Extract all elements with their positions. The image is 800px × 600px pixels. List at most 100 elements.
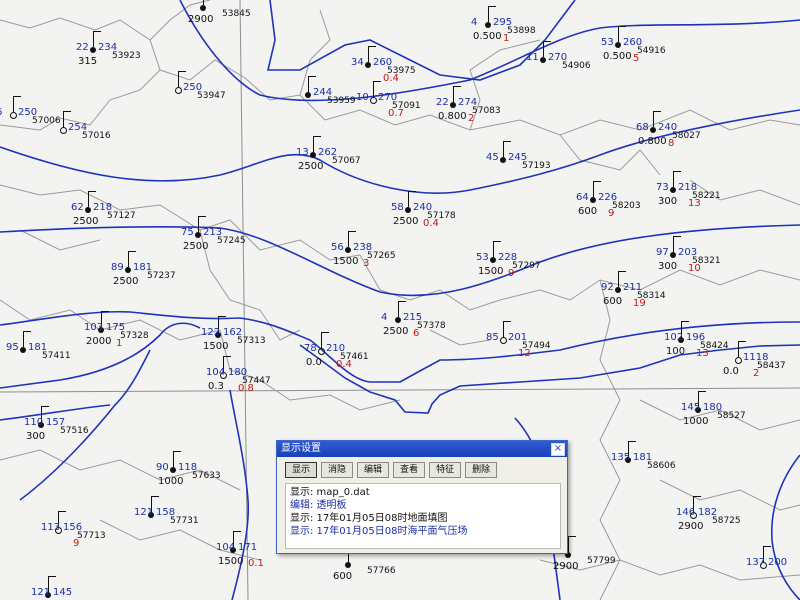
station-pressure: 171 <box>238 542 258 553</box>
wind-staff-icon <box>308 76 309 92</box>
hide-button[interactable]: 消隐 <box>321 462 354 478</box>
wind-staff-icon <box>321 332 322 348</box>
wind-barb-icon <box>321 332 329 333</box>
wind-staff-icon <box>13 96 14 112</box>
station-id: 57245 <box>217 236 246 246</box>
wind-barb-icon <box>308 76 316 77</box>
station-visibility: 0.0 <box>723 366 739 377</box>
wind-staff-icon <box>128 251 129 267</box>
station-precipitation: 1 <box>116 338 123 349</box>
station-circle-icon <box>500 157 506 163</box>
station-visibility: 0.500 <box>603 51 632 62</box>
station-precipitation: 19 <box>633 298 646 309</box>
wind-staff-icon <box>348 231 349 247</box>
station-temperature: 10 <box>356 92 369 103</box>
station-temperature: 122 <box>201 327 221 338</box>
station-temperature: 137 <box>746 557 766 568</box>
wind-barb-icon <box>63 111 71 112</box>
station-visibility: 0.500 <box>473 31 502 42</box>
station-circle-icon <box>125 267 131 273</box>
station-visibility: 0.800 <box>638 136 667 147</box>
feature-button[interactable]: 特征 <box>429 462 462 478</box>
station-temperature: 53 <box>476 252 489 263</box>
station-id: 53845 <box>222 9 251 19</box>
station-circle-icon <box>20 347 26 353</box>
station-temperature: 34 <box>351 57 364 68</box>
wind-staff-icon <box>568 536 569 552</box>
station-visibility: 1500 <box>478 266 504 277</box>
delete-button[interactable]: 删除 <box>465 462 498 478</box>
station-visibility: 0.3 <box>208 381 224 392</box>
log-line: 显示: 17年01月05日08时地面填图 <box>290 513 448 524</box>
station-circle-icon <box>60 127 67 134</box>
station-circle-icon <box>305 92 311 98</box>
wind-staff-icon <box>503 321 504 337</box>
station-temperature: 113 <box>41 522 61 533</box>
wind-staff-icon <box>398 301 399 317</box>
wind-barb-icon <box>488 6 496 7</box>
station-id: 58606 <box>647 461 676 471</box>
station-temperature: 110 <box>24 417 44 428</box>
station-precipitation: 0.8 <box>238 383 254 394</box>
wind-staff-icon <box>373 81 374 97</box>
longitude-line <box>239 0 249 600</box>
station-id: 57016 <box>82 131 111 141</box>
station-temperature: 75 <box>181 227 194 238</box>
wind-barb-icon <box>233 531 241 532</box>
dialog-titlebar[interactable]: 显示设置 × <box>277 441 567 457</box>
station-visibility: 2500 <box>383 326 409 337</box>
station-temperature: 95 <box>6 342 19 353</box>
station-precipitation: 0.4 <box>423 218 439 229</box>
station-temperature: 58 <box>391 202 404 213</box>
station-temperature: 92 <box>601 282 614 293</box>
station-precipitation: 13 <box>688 198 701 209</box>
wind-barb-icon <box>178 71 186 72</box>
wind-staff-icon <box>198 216 199 232</box>
display-settings-dialog[interactable]: 显示设置 × 显示 消隐 编辑 查看 特征 删除 显示: map_0.dat 编… <box>276 440 568 554</box>
edit-button[interactable]: 编辑 <box>357 462 390 478</box>
station-circle-icon <box>85 207 91 213</box>
show-button[interactable]: 显示 <box>285 462 318 478</box>
wind-barb-icon <box>128 251 136 252</box>
wind-barb-icon <box>101 311 109 312</box>
station-temperature: 103 <box>84 322 104 333</box>
station-precipitation: 5 <box>633 53 640 64</box>
wind-barb-icon <box>313 136 321 137</box>
station-circle-icon <box>345 247 351 253</box>
wind-barb-icon <box>218 316 226 317</box>
wind-barb-icon <box>653 111 661 112</box>
wind-staff-icon <box>618 26 619 42</box>
wind-barb-icon <box>503 321 511 322</box>
wind-barb-icon <box>93 31 101 32</box>
station-id: 53947 <box>197 91 226 101</box>
station-circle-icon <box>735 357 742 364</box>
wind-staff-icon <box>23 331 24 347</box>
station-precipitation: 6 <box>413 328 420 339</box>
wind-barb-icon <box>593 181 601 182</box>
station-precipitation: 9 <box>73 538 80 549</box>
station-circle-icon <box>590 197 596 203</box>
station-id: 57193 <box>522 161 551 171</box>
view-button[interactable]: 查看 <box>393 462 426 478</box>
wind-barb-icon <box>693 496 701 497</box>
close-button[interactable]: × <box>551 443 565 456</box>
station-visibility: 2500 <box>113 276 139 287</box>
wind-barb-icon <box>543 41 551 42</box>
station-precipitation: 12 <box>518 348 531 359</box>
wind-staff-icon <box>408 191 409 207</box>
wind-barb-icon <box>48 576 56 577</box>
station-visibility: 100 <box>666 346 686 357</box>
station-id: 57713 <box>77 531 106 541</box>
station-temperature: 145 <box>681 402 701 413</box>
weather-map[interactable]: 53845 2900 4 295 53898 0.500 1 22 234 53923 315 250… <box>0 0 800 600</box>
station-id: 57083 <box>472 106 501 116</box>
station-circle-icon <box>500 337 507 344</box>
station-circle-icon <box>395 317 401 323</box>
station-circle-icon <box>405 207 411 213</box>
station-precipitation: 9 <box>508 268 515 279</box>
station-temperature: 45 <box>486 152 499 163</box>
station-id: 53898 <box>507 26 536 36</box>
station-id: 57731 <box>170 516 199 526</box>
wind-barb-icon <box>698 391 706 392</box>
log-panel[interactable]: 显示: map_0.dat 编辑: 透明板 显示: 17年01月05日08时地面… <box>285 483 561 549</box>
